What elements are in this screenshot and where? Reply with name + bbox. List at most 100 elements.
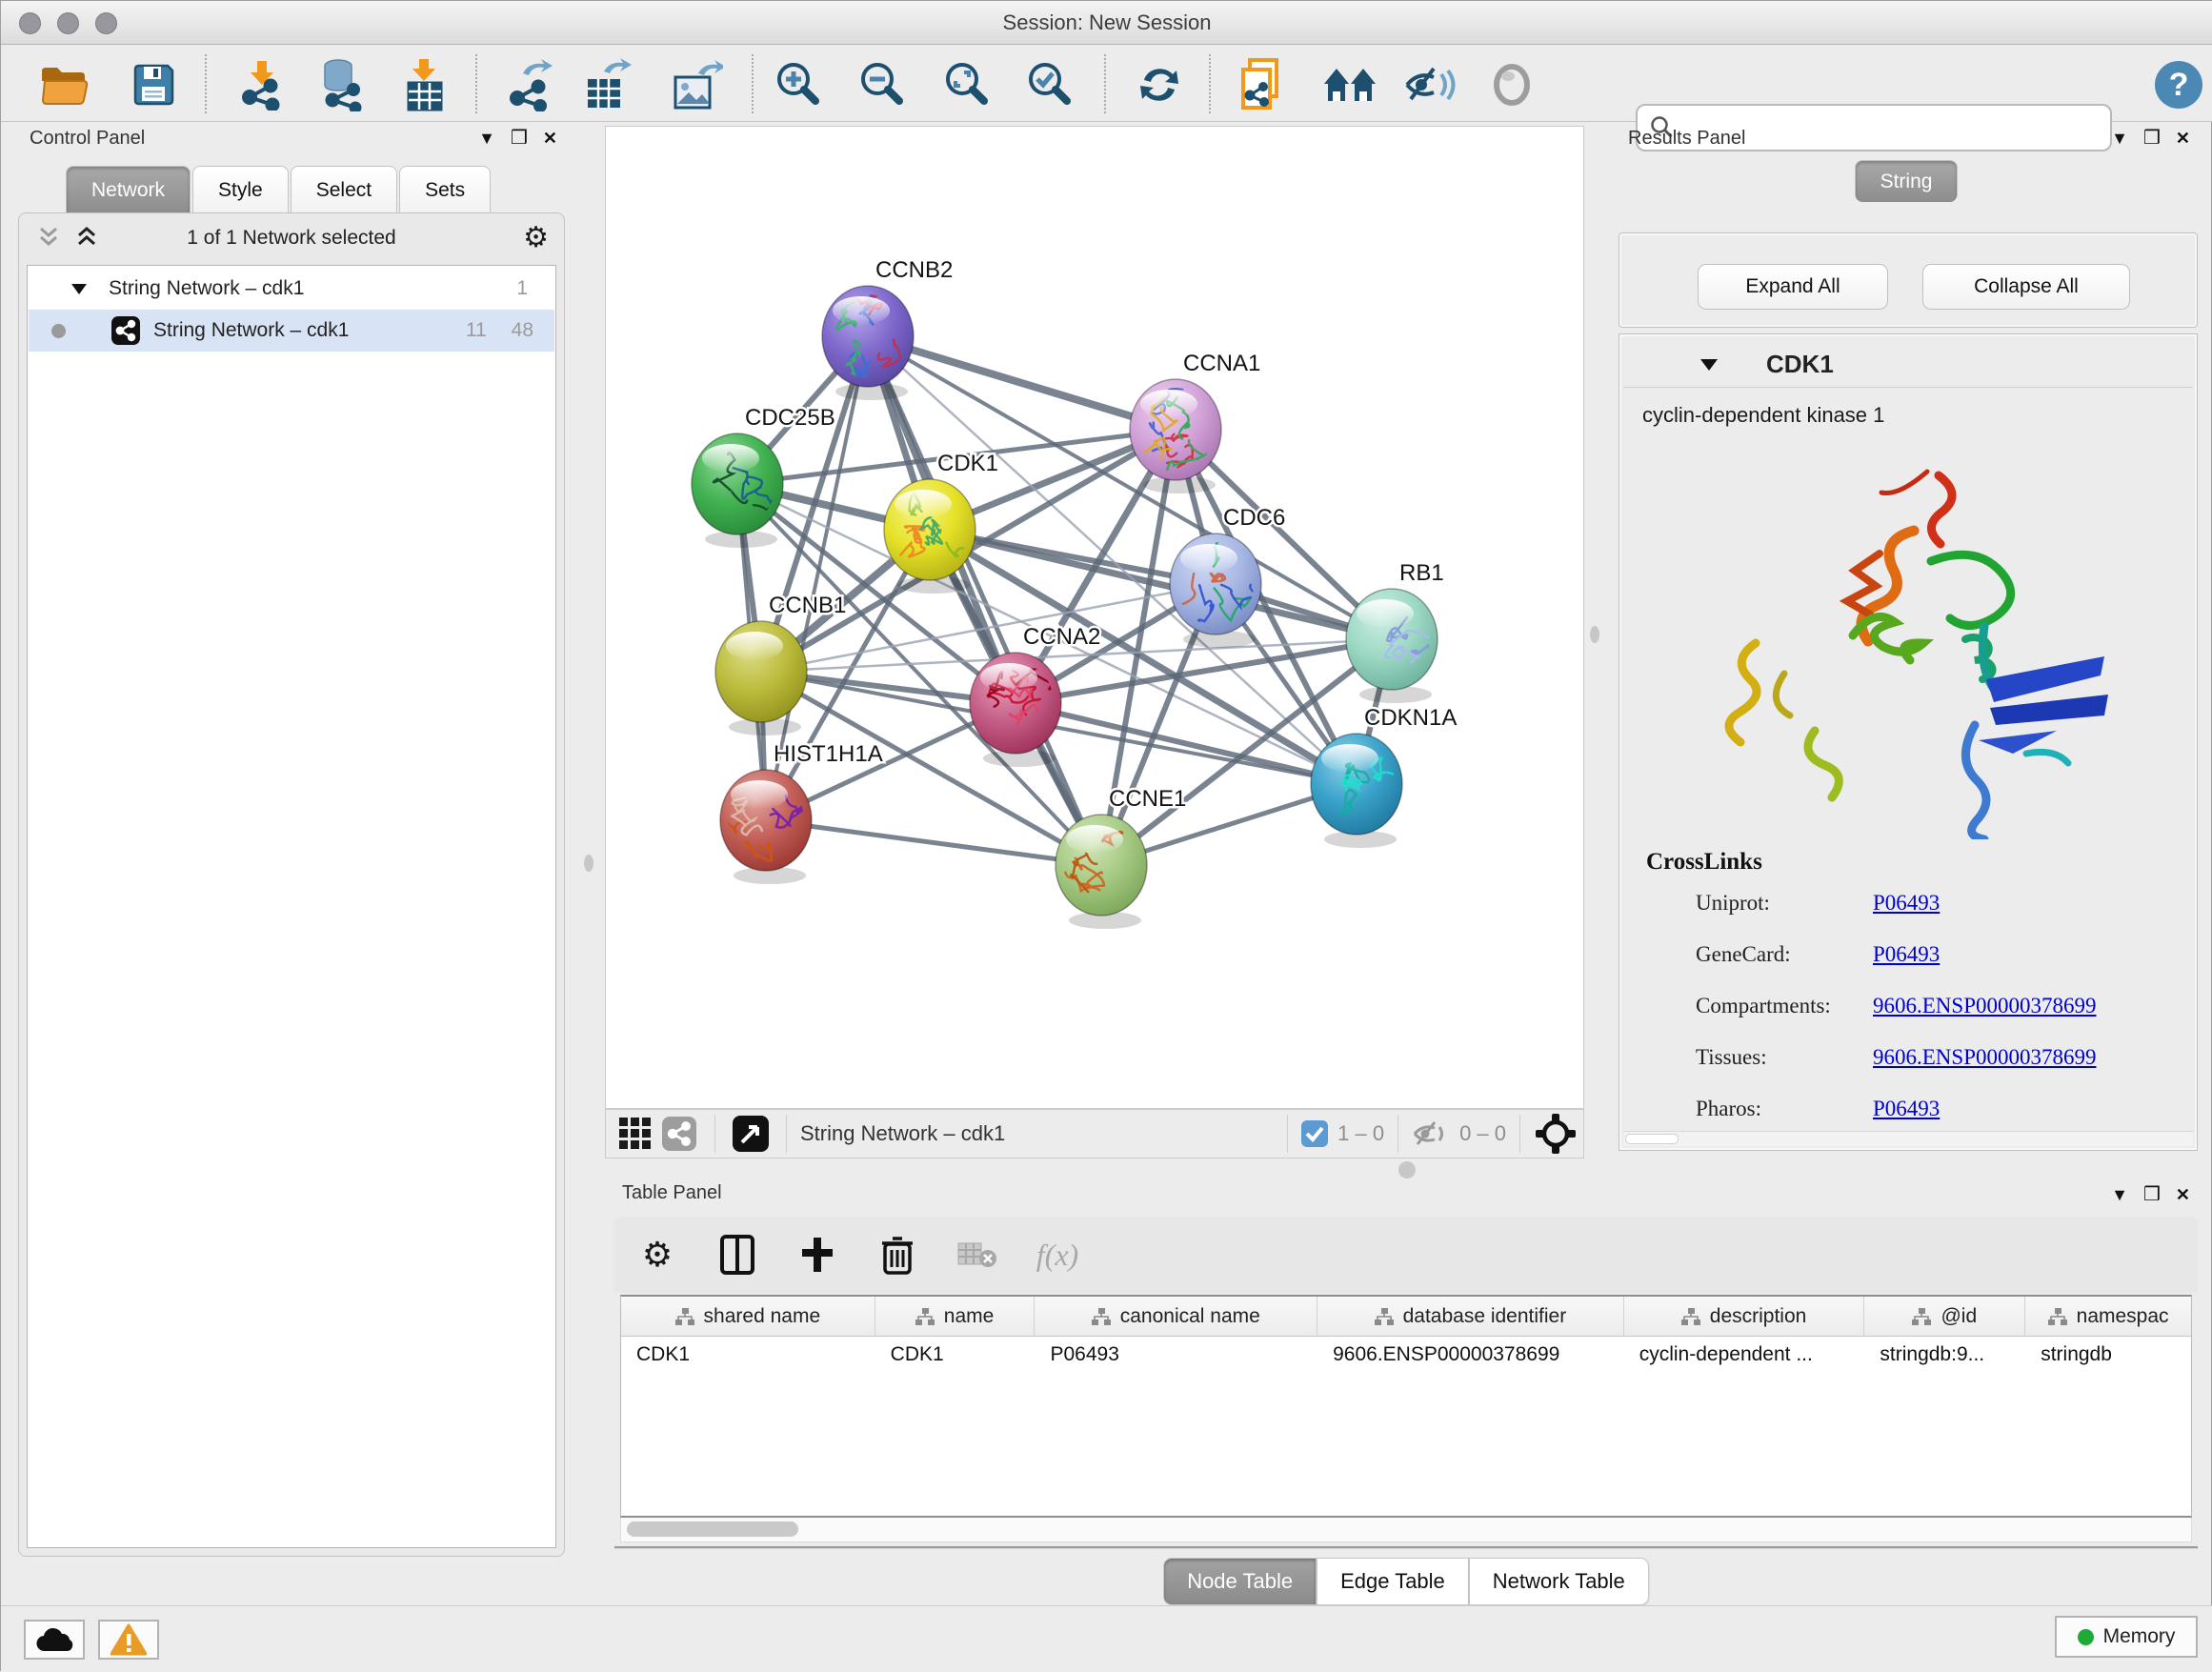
tab-sets[interactable]: Sets	[399, 166, 491, 213]
graph-node-CCNB2[interactable]	[822, 286, 914, 400]
column-header-id[interactable]: @id	[1864, 1297, 2025, 1336]
graph-edge[interactable]	[766, 820, 1101, 865]
uniprot-link[interactable]: P06493	[1873, 891, 1940, 916]
tab-string[interactable]: String	[1855, 160, 1958, 202]
grid-view-icon[interactable]	[613, 1112, 657, 1156]
section-collapse-arrow-icon[interactable]	[1699, 357, 1719, 372]
string-network-graph[interactable]: CCNB2CCNA1CDC25BCDK1CDC6RB1CCNB1CCNA2CDK…	[606, 127, 1583, 1108]
export-image-button[interactable]	[670, 58, 723, 111]
tree-root-count: 1	[516, 277, 528, 300]
zoom-in-button[interactable]	[771, 58, 824, 111]
import-network-database-button[interactable]	[315, 58, 369, 111]
delete-column-trash-icon[interactable]	[875, 1233, 919, 1277]
memory-status-dot	[2078, 1629, 2094, 1645]
column-header-name[interactable]: name	[875, 1297, 1036, 1336]
graph-node-CDC25B[interactable]	[692, 433, 790, 548]
tab-edge-table[interactable]: Edge Table	[1317, 1558, 1469, 1605]
open-in-window-icon[interactable]	[729, 1112, 773, 1156]
network-canvas[interactable]: CCNB2CCNA1CDC25BCDK1CDC6RB1CCNB1CCNA2CDK…	[605, 126, 1584, 1109]
close-panel-icon[interactable]: ✕	[2176, 1184, 2190, 1205]
export-table-button[interactable]	[580, 58, 633, 111]
results-panel: Results Panel ▼ ❒ ✕ String Expand All Co…	[1609, 126, 2207, 1191]
export-network-button[interactable]	[504, 58, 557, 111]
network-tree-root-row[interactable]: String Network – cdk1 1	[29, 268, 554, 310]
close-panel-icon[interactable]: ✕	[543, 128, 557, 149]
copy-network-button[interactable]	[1237, 58, 1291, 111]
table-horizontal-scrollbar[interactable]	[620, 1518, 2192, 1542]
results-scrollbar[interactable]	[1623, 1131, 2193, 1146]
graph-edge[interactable]	[868, 336, 1101, 865]
import-network-file-button[interactable]	[235, 58, 289, 111]
tab-network-table[interactable]: Network Table	[1469, 1558, 1649, 1605]
column-header-description[interactable]: description	[1624, 1297, 1865, 1336]
warning-button[interactable]	[98, 1620, 159, 1660]
graph-edge[interactable]	[868, 336, 1176, 430]
fit-selection-crosshair-icon[interactable]	[1534, 1112, 1578, 1156]
column-header-namespace[interactable]: namespac	[2025, 1297, 2191, 1336]
control-panel: Control Panel ▼ ❒ ✕ Network Style Select…	[7, 126, 569, 1614]
panel-menu-icon[interactable]: ▼	[478, 128, 495, 149]
create-column-icon[interactable]	[795, 1233, 839, 1277]
tissues-link[interactable]: 9606.ENSP00000378699	[1873, 1045, 2097, 1070]
graph-node-CDKN1A[interactable]	[1311, 734, 1402, 848]
zoom-selected-button[interactable]	[1022, 58, 1076, 111]
svg-text:?: ?	[2169, 67, 2189, 103]
bottom-splitter-handle[interactable]	[1398, 1161, 1416, 1178]
delete-table-icon[interactable]	[955, 1233, 999, 1277]
network-options-gear-icon[interactable]: ⚙	[523, 221, 549, 254]
network-status-dot	[51, 324, 66, 338]
graph-node-CCNA2[interactable]	[970, 653, 1061, 767]
right-splitter-handle[interactable]	[1590, 626, 1599, 643]
selected-checkbox-icon[interactable]	[1301, 1120, 1328, 1147]
show-columns-icon[interactable]	[715, 1233, 759, 1277]
graph-node-CCNB1[interactable]	[715, 621, 807, 735]
tab-network[interactable]: Network	[66, 166, 191, 213]
panel-menu-icon[interactable]: ▼	[2111, 128, 2128, 149]
graph-node-CCNA1[interactable]	[1130, 373, 1221, 494]
float-panel-icon[interactable]: ❒	[2143, 1184, 2161, 1205]
gene-section-header[interactable]: CDK1	[1623, 338, 2193, 388]
show-all-button[interactable]	[1485, 58, 1538, 111]
tree-root-label: String Network – cdk1	[109, 277, 304, 300]
memory-button[interactable]: Memory	[2055, 1616, 2198, 1658]
zoom-out-button[interactable]	[855, 58, 908, 111]
compartments-link[interactable]: 9606.ENSP00000378699	[1873, 994, 2097, 1018]
hide-selected-button[interactable]	[1403, 58, 1457, 111]
graph-edge[interactable]	[930, 530, 1392, 639]
zoom-fit-button[interactable]	[939, 58, 993, 111]
close-panel-icon[interactable]: ✕	[2176, 128, 2190, 149]
graph-node-CCNE1[interactable]	[1056, 815, 1147, 929]
tab-select[interactable]: Select	[291, 166, 397, 213]
birds-eye-view-icon[interactable]	[657, 1112, 701, 1156]
left-splitter-handle[interactable]	[584, 855, 593, 872]
graph-node-RB1[interactable]	[1346, 589, 1457, 703]
cloud-button[interactable]	[24, 1620, 85, 1660]
home-button[interactable]	[1323, 58, 1377, 111]
float-panel-icon[interactable]: ❒	[511, 128, 528, 149]
table-row[interactable]: CDK1 CDK1 P06493 9606.ENSP00000378699 cy…	[621, 1337, 2191, 1375]
help-button[interactable]: ?	[2152, 58, 2205, 111]
collapse-all-button[interactable]: Collapse All	[1922, 264, 2130, 310]
column-header-shared-name[interactable]: shared name	[621, 1297, 875, 1336]
crosslink-label: Uniprot:	[1696, 891, 1770, 916]
hidden-eye-icon[interactable]	[1412, 1118, 1450, 1149]
column-header-canonical-name[interactable]: canonical name	[1035, 1297, 1317, 1336]
pharos-link[interactable]: P06493	[1873, 1097, 1940, 1121]
expand-all-button[interactable]: Expand All	[1698, 264, 1888, 310]
crosslinks-heading: CrossLinks	[1646, 849, 1762, 876]
tab-style[interactable]: Style	[192, 166, 289, 213]
panel-menu-icon[interactable]: ▼	[2111, 1184, 2128, 1205]
save-session-button[interactable]	[127, 58, 180, 111]
table-settings-gear-icon[interactable]: ⚙	[635, 1233, 679, 1277]
tree-collapse-arrow-icon[interactable]	[70, 282, 88, 295]
open-session-button[interactable]	[37, 58, 90, 111]
column-header-database-identifier[interactable]: database identifier	[1317, 1297, 1624, 1336]
graph-node-HIST1H1A[interactable]	[695, 770, 821, 884]
network-tree-row-selected[interactable]: String Network – cdk1 11 48	[29, 310, 554, 352]
genecard-link[interactable]: P06493	[1873, 942, 1940, 967]
float-panel-icon[interactable]: ❒	[2143, 128, 2161, 149]
apply-layout-button[interactable]	[1133, 58, 1186, 111]
import-table-button[interactable]	[397, 58, 451, 111]
function-builder-icon[interactable]: f(x)	[1036, 1233, 1079, 1277]
tab-node-table[interactable]: Node Table	[1163, 1558, 1317, 1605]
